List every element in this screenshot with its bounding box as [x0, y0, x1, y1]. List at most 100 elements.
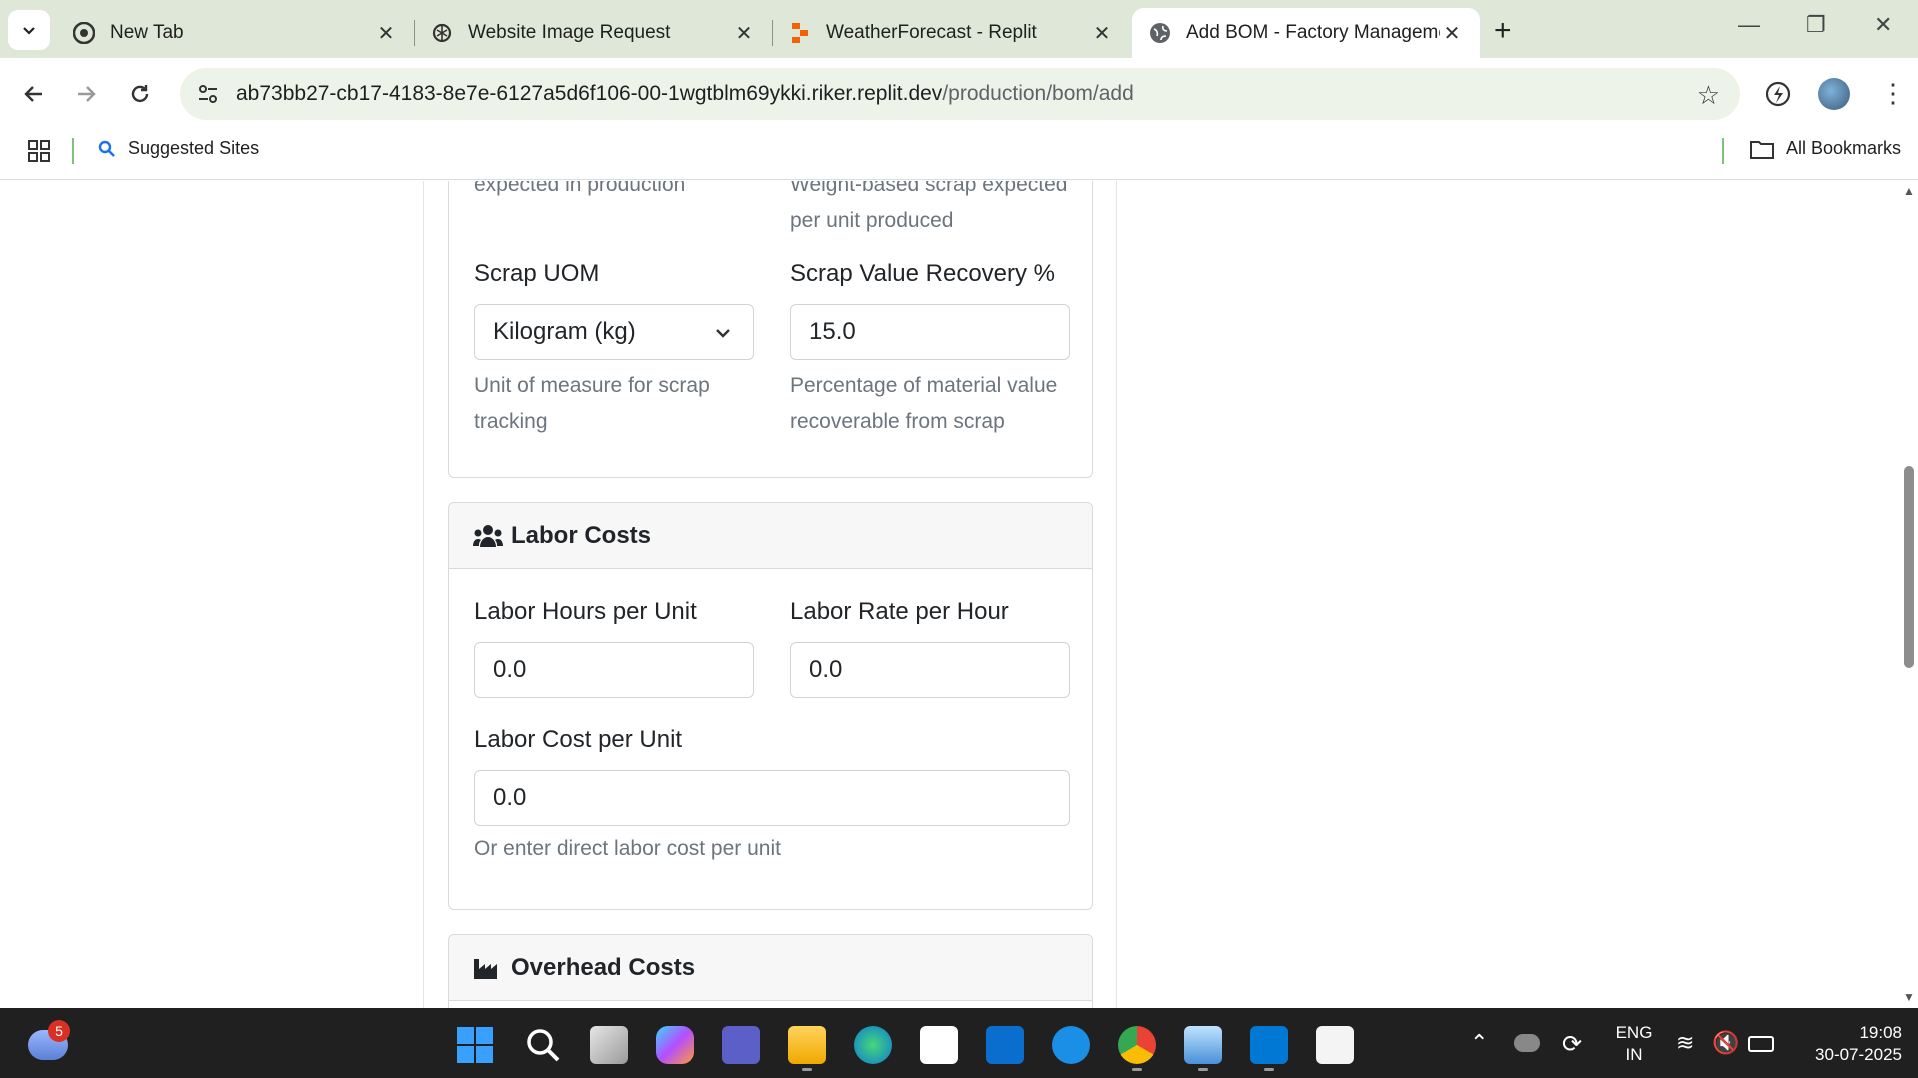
scrollbar-thumb[interactable]	[1904, 466, 1914, 668]
apps-grid-icon[interactable]	[28, 140, 50, 167]
clock-date: 30-07-2025	[1815, 1045, 1902, 1064]
close-icon[interactable]: ✕	[374, 21, 398, 46]
vscode-icon[interactable]	[1250, 1026, 1288, 1064]
help-text: tracking	[474, 410, 548, 433]
volume-muted-icon[interactable]: 🔇	[1712, 1030, 1739, 1056]
tab-add-bom[interactable]: Add BOM - Factory Management ✕	[1132, 8, 1480, 58]
labor-hours-input[interactable]: 0.0	[474, 642, 754, 698]
industry-icon	[473, 955, 503, 981]
language-indicator[interactable]: ENG IN	[1612, 1022, 1656, 1066]
close-icon[interactable]: ✕	[1090, 21, 1114, 46]
edge-icon[interactable]	[854, 1026, 892, 1064]
all-bookmarks-button[interactable]: All Bookmarks	[1750, 138, 1901, 159]
close-window-button[interactable]: ✕	[1874, 12, 1892, 38]
bookmark-star-icon[interactable]: ☆	[1697, 80, 1720, 111]
labor-rate-label: Labor Rate per Hour	[790, 598, 1009, 625]
select-value: Kilogram (kg)	[493, 318, 636, 345]
notification-badge: 5	[48, 1020, 70, 1042]
more-menu-icon[interactable]: ⋮	[1880, 78, 1906, 109]
help-text: per unit produced	[790, 209, 954, 232]
overhead-costs-card: Overhead Costs	[448, 934, 1093, 1008]
tab-new-tab[interactable]: New Tab ✕	[56, 8, 414, 58]
snipping-tool-icon[interactable]	[1316, 1026, 1354, 1064]
search-icon[interactable]	[524, 1026, 562, 1069]
forward-button[interactable]	[68, 76, 104, 112]
help-icon[interactable]	[1052, 1026, 1090, 1064]
chrome-icon	[72, 21, 96, 45]
performance-icon[interactable]	[1764, 80, 1792, 113]
scrap-recovery-label: Scrap Value Recovery %	[790, 260, 1056, 287]
scroll-down-arrow-icon[interactable]: ▼	[1902, 990, 1916, 1004]
battery-icon[interactable]	[1748, 1036, 1774, 1052]
url-host: ab73bb27-cb17-4183-8e7e-6127a5d6f106-00-…	[236, 82, 943, 105]
labor-cost-label: Labor Cost per Unit	[474, 726, 683, 753]
close-icon[interactable]: ✕	[1440, 21, 1464, 46]
url-text: ab73bb27-cb17-4183-8e7e-6127a5d6f106-00-…	[236, 82, 1134, 106]
chevron-up-icon[interactable]: ⌃	[1470, 1030, 1488, 1056]
bookmarks-bar	[0, 130, 1918, 180]
page-content: expected in production Weight-based scra…	[0, 181, 1900, 1008]
arrow-left-icon	[24, 86, 42, 102]
tab-website-image-request[interactable]: Website Image Request ✕	[414, 8, 772, 58]
help-text: Weight-based scrap expected	[790, 181, 1068, 196]
chevron-down-icon	[23, 27, 35, 35]
scrap-uom-label: Scrap UOM	[474, 260, 600, 287]
bookmark-label: All Bookmarks	[1786, 138, 1902, 158]
tab-title: Website Image Request	[468, 22, 671, 43]
reload-button[interactable]	[122, 76, 158, 112]
clock-time: 19:08	[1859, 1023, 1902, 1042]
scrap-recovery-input[interactable]: 15.0	[790, 304, 1070, 360]
help-text: recoverable from scrap	[790, 410, 1005, 433]
running-indicator	[1132, 1068, 1142, 1071]
bookmark-suggested-sites[interactable]: Suggested Sites	[98, 138, 259, 159]
task-view-icon[interactable]	[590, 1026, 628, 1064]
close-icon[interactable]: ✕	[732, 21, 756, 46]
card-title: Labor Costs	[511, 521, 652, 549]
new-tab-button[interactable]: +	[1494, 14, 1512, 48]
tab-title: Add BOM - Factory Management	[1186, 22, 1440, 43]
openai-icon	[430, 21, 454, 45]
url-path: /production/bom/add	[942, 82, 1134, 105]
myhp-icon[interactable]	[986, 1026, 1024, 1064]
help-text: expected in production	[474, 181, 686, 196]
onedrive-icon[interactable]	[1514, 1034, 1540, 1052]
address-bar[interactable]: ab73bb27-cb17-4183-8e7e-6127a5d6f106-00-…	[180, 68, 1740, 120]
bookmark-label: Suggested Sites	[128, 138, 260, 158]
windows-start-icon[interactable]	[456, 1026, 494, 1069]
labor-cost-input[interactable]: 0.0	[474, 770, 1070, 826]
file-explorer-icon[interactable]	[788, 1026, 826, 1064]
content-border-right	[1116, 181, 1117, 1008]
tab-title: WeatherForecast - Replit	[826, 22, 1037, 43]
minimize-button[interactable]: —	[1738, 12, 1760, 38]
arrow-right-icon	[78, 86, 96, 102]
tab-search-button[interactable]	[8, 10, 50, 50]
help-text: Or enter direct labor cost per unit	[474, 837, 781, 860]
remote-desktop-icon[interactable]	[1184, 1026, 1222, 1064]
scrap-uom-select[interactable]: Kilogram (kg)	[474, 304, 754, 360]
content-border-left	[423, 181, 424, 1008]
site-settings-icon[interactable]	[196, 82, 220, 111]
region-code: IN	[1625, 1045, 1643, 1064]
labor-hours-label: Labor Hours per Unit	[474, 598, 697, 625]
teams-icon[interactable]	[722, 1026, 760, 1064]
tab-weatherforecast-replit[interactable]: WeatherForecast - Replit ✕	[772, 8, 1130, 58]
restore-button[interactable]: ❐	[1806, 12, 1826, 38]
scrap-card: expected in production Weight-based scra…	[448, 181, 1093, 478]
clock[interactable]: 19:08 30-07-2025	[1790, 1022, 1902, 1066]
wifi-icon[interactable]: ≋	[1676, 1030, 1694, 1056]
labor-rate-input[interactable]: 0.0	[790, 642, 1070, 698]
scroll-up-arrow-icon[interactable]: ▲	[1902, 184, 1916, 198]
card-title: Overhead Costs	[511, 953, 696, 981]
profile-avatar[interactable]	[1818, 78, 1850, 110]
back-button[interactable]	[16, 76, 52, 112]
microsoft-store-icon[interactable]	[920, 1026, 958, 1064]
chrome-taskbar-icon[interactable]	[1118, 1026, 1156, 1064]
reload-icon	[131, 85, 149, 103]
sync-icon[interactable]: ⟳	[1562, 1030, 1582, 1059]
copilot-icon[interactable]	[656, 1026, 694, 1064]
folder-icon	[1750, 140, 1774, 159]
globe-icon	[1148, 21, 1172, 45]
language-code: ENG	[1615, 1023, 1653, 1042]
users-icon	[473, 523, 503, 549]
card-header: Overhead Costs	[449, 935, 1092, 1001]
